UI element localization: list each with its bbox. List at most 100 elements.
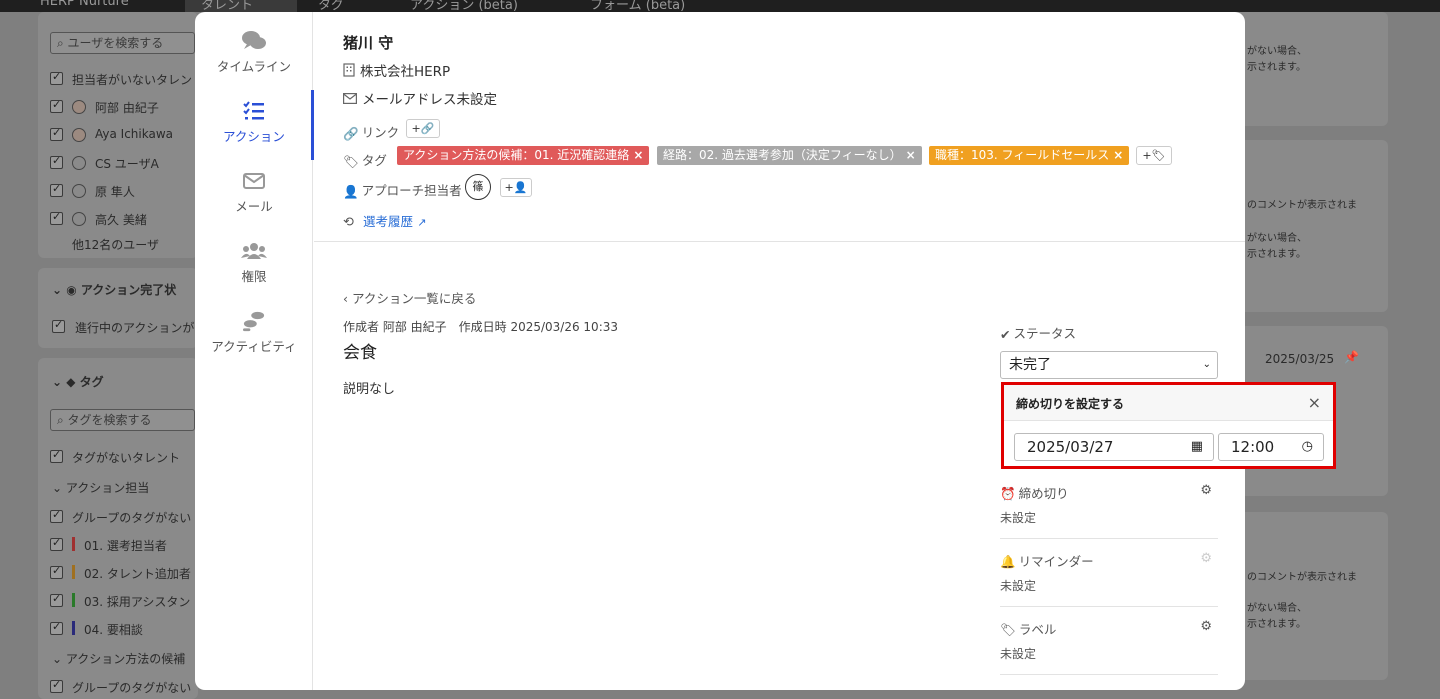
nav-actions[interactable]: アクション (beta) bbox=[410, 0, 518, 12]
user-filter-item[interactable]: CS ユーザA bbox=[95, 155, 159, 172]
popover-title: 締め切りを設定する bbox=[1016, 397, 1125, 411]
chevron-down-icon: ⌄ bbox=[1202, 359, 1211, 370]
tag-filter-item[interactable]: タグがないタレント bbox=[72, 449, 180, 466]
selection-history-link[interactable]: 選考履歴 bbox=[363, 214, 413, 229]
owner-label: アプローチ担当者 bbox=[361, 183, 462, 198]
tag-search-input[interactable]: タグを検索する bbox=[68, 413, 152, 427]
user-icon: 👤 bbox=[343, 183, 359, 199]
owner-avatar[interactable]: 篠 bbox=[465, 174, 491, 200]
deadline-date-input[interactable]: 2025/03/27 ▦ bbox=[1014, 433, 1214, 461]
deadline-label: 締め切り bbox=[1018, 486, 1069, 501]
reminder-section: 🔔 リマインダー ⚙ 未設定 bbox=[1000, 551, 1218, 593]
link-icon: 🔗 bbox=[343, 125, 359, 141]
tag-icon: 🏷 bbox=[1151, 149, 1166, 162]
gear-icon[interactable]: ⚙ bbox=[1200, 483, 1212, 498]
tags-icon: 🏷 bbox=[343, 153, 359, 169]
nav-actions[interactable]: アクション bbox=[195, 90, 314, 160]
close-icon[interactable]: × bbox=[1308, 393, 1321, 412]
brand-logo[interactable]: HERP Nurture bbox=[40, 0, 129, 9]
section-tags: タグ bbox=[79, 375, 104, 389]
tag-filter-item[interactable]: 02. タレント追加者 bbox=[84, 565, 191, 582]
close-icon[interactable]: × bbox=[633, 148, 643, 162]
action-description: 説明なし bbox=[343, 382, 396, 397]
chevron-left-icon[interactable]: ‹ bbox=[343, 291, 348, 306]
chevron-down-icon[interactable]: ⌄ ◉ bbox=[52, 283, 81, 297]
tag-filter-item[interactable]: グループのタグがない bbox=[72, 509, 191, 526]
tag-label: タグ bbox=[361, 153, 387, 168]
add-tag-button[interactable]: +🏷 bbox=[1136, 146, 1172, 165]
nav-forms[interactable]: フォーム (beta) bbox=[590, 0, 685, 12]
avatar bbox=[72, 156, 86, 170]
section-action-status: アクション完了状 bbox=[80, 283, 177, 297]
chevron-down-icon[interactable]: ⌄ bbox=[52, 481, 66, 495]
top-navbar: HERP Nurture タレント タグ アクション (beta) フォーム (… bbox=[0, 0, 1440, 12]
nav-timeline[interactable]: タイムライン bbox=[195, 20, 313, 84]
chevron-down-icon[interactable]: ⌄ bbox=[52, 652, 66, 666]
reminder-label: リマインダー bbox=[1018, 554, 1094, 569]
nav-talent[interactable]: タレント bbox=[185, 0, 297, 12]
group-label: アクション担当 bbox=[65, 481, 150, 495]
tag-chip[interactable]: アクション方法の候補：01. 近況確認連絡 × bbox=[397, 146, 650, 165]
deadline-time-input[interactable]: 12:00 ◷ bbox=[1218, 433, 1324, 461]
reminder-value: 未設定 bbox=[1000, 579, 1037, 593]
building-icon bbox=[343, 63, 355, 81]
tag-filter-item[interactable]: 01. 選考担当者 bbox=[84, 537, 167, 554]
add-link-button[interactable]: +🔗 bbox=[406, 119, 440, 138]
calendar-icon[interactable]: ▦ bbox=[1191, 434, 1203, 460]
user-filter-item[interactable]: Aya Ichikawa bbox=[95, 127, 173, 141]
task-list-icon bbox=[243, 101, 264, 120]
clock-icon[interactable]: ◷ bbox=[1302, 434, 1313, 460]
close-icon[interactable]: × bbox=[1113, 148, 1123, 162]
tag-icon: 🏷 bbox=[1000, 622, 1016, 637]
back-to-actions-link[interactable]: アクション一覧に戻る bbox=[352, 291, 476, 306]
deadline-value: 未設定 bbox=[1000, 511, 1037, 525]
comments-icon bbox=[242, 31, 266, 49]
status-label: ステータス bbox=[1013, 326, 1076, 341]
talent-modal: タイムライン アクション メール 権限 アクティビティ 猪川 守 株式会社HER… bbox=[195, 12, 1245, 690]
more-users-link[interactable]: 他12名のユーザ bbox=[72, 236, 159, 253]
deadline-popover: 締め切りを設定する × 2025/03/27 ▦ 12:00 ◷ bbox=[1001, 382, 1336, 469]
user-filter-item[interactable]: 原 隼人 bbox=[95, 183, 135, 200]
action-title: 会食 bbox=[343, 343, 377, 363]
history-icon: ⟲ bbox=[343, 215, 354, 230]
tag-filter-item[interactable]: グループのタグがない bbox=[72, 679, 191, 696]
avatar bbox=[72, 100, 86, 114]
search-icon: ⌕ bbox=[57, 413, 68, 427]
nav-mail[interactable]: メール bbox=[195, 160, 313, 224]
group-label: アクション方法の候補 bbox=[65, 652, 186, 666]
mail-icon bbox=[243, 173, 265, 189]
tag-chip[interactable]: 職種：103. フィールドセールス × bbox=[929, 146, 1130, 165]
gear-icon: ⚙ bbox=[1200, 551, 1212, 566]
popover-header: 締め切りを設定する × bbox=[1004, 385, 1333, 421]
user-filter-item[interactable]: 阿部 由紀子 bbox=[95, 99, 159, 116]
user-filter-item[interactable]: 担当者がいないタレン bbox=[72, 71, 192, 88]
gear-icon[interactable]: ⚙ bbox=[1200, 619, 1212, 634]
close-icon[interactable]: × bbox=[906, 148, 916, 162]
modal-content: 猪川 守 株式会社HERP メールアドレス未設定 🔗 リンク +🔗 🏷 タグ アクシ… bbox=[314, 12, 1245, 690]
user-search-input[interactable]: ユーザを検索する bbox=[68, 36, 164, 50]
bell-icon: 🔔 bbox=[1000, 554, 1016, 569]
nav-permissions[interactable]: 権限 bbox=[195, 230, 313, 294]
nav-activity[interactable]: アクティビティ bbox=[195, 300, 313, 364]
chevron-down-icon[interactable]: ⌄ ◆ bbox=[52, 375, 80, 389]
status-filter-item[interactable]: 進行中のアクションが bbox=[75, 319, 194, 336]
tag-filter-item[interactable]: 04. 要相談 bbox=[84, 621, 143, 638]
nav-tags[interactable]: タグ bbox=[318, 0, 344, 12]
user-filter-item[interactable]: 高久 美緒 bbox=[95, 211, 147, 228]
external-link-icon: ↗ bbox=[417, 216, 427, 229]
header-divider bbox=[314, 241, 1245, 242]
footsteps-icon bbox=[243, 311, 265, 332]
status-select[interactable]: 未完了 ⌄ bbox=[1000, 351, 1218, 379]
tag-filter-item[interactable]: 03. 採用アシスタン bbox=[84, 593, 190, 610]
link-icon: 🔗 bbox=[420, 122, 435, 135]
alarm-clock-icon: ⏰ bbox=[1000, 486, 1016, 501]
avatar bbox=[72, 184, 86, 198]
link-label: リンク bbox=[361, 125, 400, 140]
envelope-icon bbox=[343, 92, 358, 108]
avatar bbox=[72, 212, 86, 226]
user-icon: 👤 bbox=[513, 181, 528, 194]
add-owner-button[interactable]: +👤 bbox=[500, 178, 532, 197]
tag-chip[interactable]: 経路：02. 過去選考参加（決定フィーなし） × bbox=[657, 146, 922, 165]
deadline-section: ⏰ 締め切り ⚙ 未設定 bbox=[1000, 483, 1218, 525]
users-icon bbox=[241, 243, 267, 259]
